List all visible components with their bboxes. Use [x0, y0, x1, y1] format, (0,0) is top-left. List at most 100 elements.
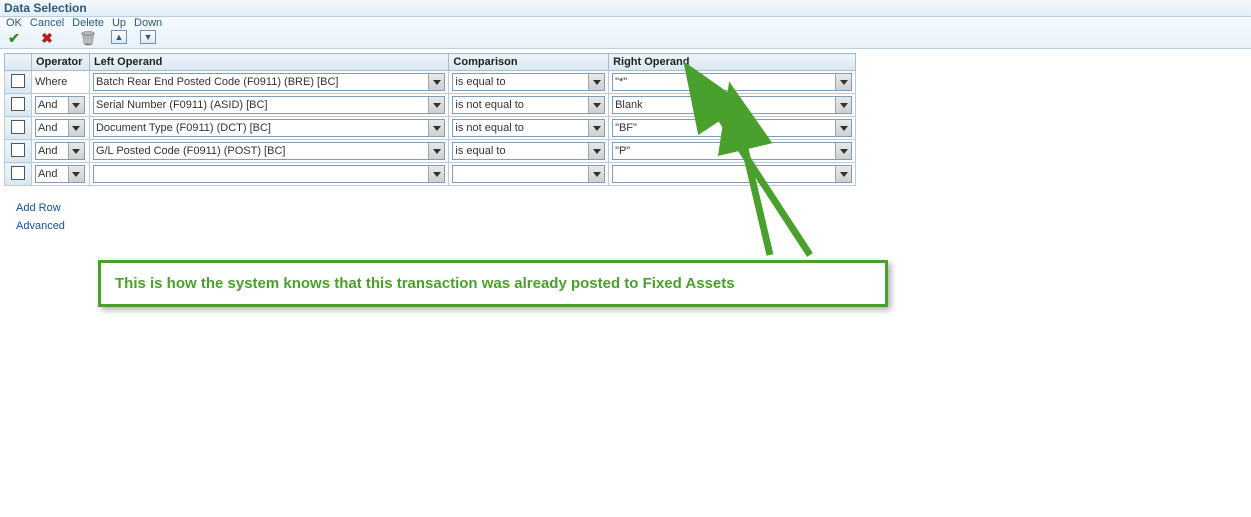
annotation-callout: This is how the system knows that this t… [98, 260, 888, 307]
left-operand-select[interactable]: Document Type (F0911) (DCT) [BC] [93, 119, 445, 137]
operator-cell: Where [31, 71, 89, 94]
left-operand-select[interactable]: G/L Posted Code (F0911) (POST) [BC] [93, 142, 445, 160]
comparison-cell: is equal to [449, 71, 609, 94]
row-checkbox[interactable] [11, 97, 25, 111]
chevron-down-icon [588, 120, 604, 136]
table-row: And [5, 163, 856, 186]
operator-value: And [36, 144, 68, 158]
comparison-cell: is equal to [449, 140, 609, 163]
right-operand-select[interactable]: "*" [612, 73, 852, 91]
table-row: And Document Type (F0911) (DCT) [BC] is no… [5, 117, 856, 140]
comparison-value [453, 173, 588, 175]
row-checkbox[interactable] [11, 120, 25, 134]
operator-select[interactable]: And [35, 119, 85, 137]
chevron-down-icon [428, 166, 444, 182]
left-operand-select[interactable]: Batch Rear End Posted Code (F0911) (BRE)… [93, 73, 445, 91]
row-checkbox[interactable] [11, 143, 25, 157]
left-operand-select[interactable]: Serial Number (F0911) (ASID) [BC] [93, 96, 445, 114]
right-operand-value: Blank [613, 98, 835, 112]
left-operand-cell [89, 163, 448, 186]
cancel-label: Cancel [28, 17, 66, 30]
operator-value: And [36, 121, 68, 135]
row-checkbox[interactable] [11, 74, 25, 88]
operator-cell: And [31, 163, 89, 186]
cancel-button[interactable]: Cancel ✖ [28, 17, 66, 46]
comparison-select[interactable]: is equal to [452, 73, 605, 91]
operator-select[interactable]: And [35, 142, 85, 160]
right-operand-select[interactable]: "P" [612, 142, 852, 160]
right-operand-value: "*" [613, 75, 835, 89]
row-select-cell [5, 163, 32, 186]
right-operand-value: "P" [613, 144, 835, 158]
operator-cell: And [31, 140, 89, 163]
comparison-select[interactable]: is not equal to [452, 119, 605, 137]
chevron-down-icon [428, 74, 444, 90]
up-label: Up [110, 17, 128, 30]
operator-cell: And [31, 94, 89, 117]
comparison-select[interactable]: is equal to [452, 142, 605, 160]
chevron-down-icon [835, 143, 851, 159]
add-row-link[interactable]: Add Row [16, 202, 1251, 214]
comparison-value: is equal to [453, 144, 588, 158]
chevron-down-icon [428, 97, 444, 113]
comparison-select[interactable]: is not equal to [452, 96, 605, 114]
trash-icon: 🗑 [79, 30, 97, 46]
left-operand-cell: Batch Rear End Posted Code (F0911) (BRE)… [89, 71, 448, 94]
chevron-down-icon [835, 97, 851, 113]
table-row: Where Batch Rear End Posted Code (F0911) … [5, 71, 856, 94]
chevron-down-icon: ▼ [140, 30, 156, 44]
operator-cell: And [31, 117, 89, 140]
down-label: Down [132, 17, 164, 30]
delete-label: Delete [70, 17, 106, 30]
chevron-down-icon [588, 143, 604, 159]
right-operand-cell: "P" [609, 140, 856, 163]
header-comparison: Comparison [449, 54, 609, 71]
left-operand-value: G/L Posted Code (F0911) (POST) [BC] [94, 144, 428, 158]
comparison-value: is equal to [453, 75, 588, 89]
right-operand-cell: "*" [609, 71, 856, 94]
operator-select[interactable]: And [35, 96, 85, 114]
right-operand-select[interactable]: "BF" [612, 119, 852, 137]
left-operand-cell: G/L Posted Code (F0911) (POST) [BC] [89, 140, 448, 163]
right-operand-select[interactable]: Blank [612, 96, 852, 114]
chevron-down-icon [835, 74, 851, 90]
close-icon: ✖ [38, 30, 56, 46]
criteria-table: Operator Left Operand Comparison Right O… [4, 53, 856, 186]
chevron-down-icon [68, 120, 84, 136]
row-select-cell [5, 140, 32, 163]
comparison-cell: is not equal to [449, 94, 609, 117]
chevron-down-icon [68, 143, 84, 159]
right-operand-select[interactable] [612, 165, 852, 183]
advanced-link[interactable]: Advanced [16, 220, 1251, 232]
check-icon: ✔ [5, 30, 23, 46]
left-operand-value: Document Type (F0911) (DCT) [BC] [94, 121, 428, 135]
comparison-value: is not equal to [453, 121, 588, 135]
operator-select[interactable]: And [35, 165, 85, 183]
right-operand-cell: Blank [609, 94, 856, 117]
right-operand-value: "BF" [613, 121, 835, 135]
row-checkbox[interactable] [11, 166, 25, 180]
annotation-text: This is how the system knows that this t… [115, 275, 735, 292]
page-title: Data Selection [0, 0, 1251, 17]
right-operand-value [613, 173, 835, 175]
comparison-value: is not equal to [453, 98, 588, 112]
left-operand-select[interactable] [93, 165, 445, 183]
comparison-select[interactable] [452, 165, 605, 183]
delete-button[interactable]: Delete 🗑 [70, 17, 106, 46]
ok-button[interactable]: OK ✔ [4, 17, 24, 46]
chevron-down-icon [588, 97, 604, 113]
chevron-down-icon [835, 166, 851, 182]
chevron-down-icon [68, 97, 84, 113]
chevron-down-icon [588, 74, 604, 90]
table-row: And G/L Posted Code (F0911) (POST) [BC] is… [5, 140, 856, 163]
chevron-down-icon [588, 166, 604, 182]
row-select-cell [5, 117, 32, 140]
down-button[interactable]: Down ▼ [132, 17, 164, 46]
operator-text: Where [35, 76, 67, 88]
chevron-down-icon [428, 143, 444, 159]
header-right: Right Operand [609, 54, 856, 71]
up-button[interactable]: Up ▲ [110, 17, 128, 46]
toolbar: OK ✔ Cancel ✖ Delete 🗑 Up ▲ Down ▼ [0, 17, 1251, 49]
right-operand-cell: "BF" [609, 117, 856, 140]
right-operand-cell [609, 163, 856, 186]
